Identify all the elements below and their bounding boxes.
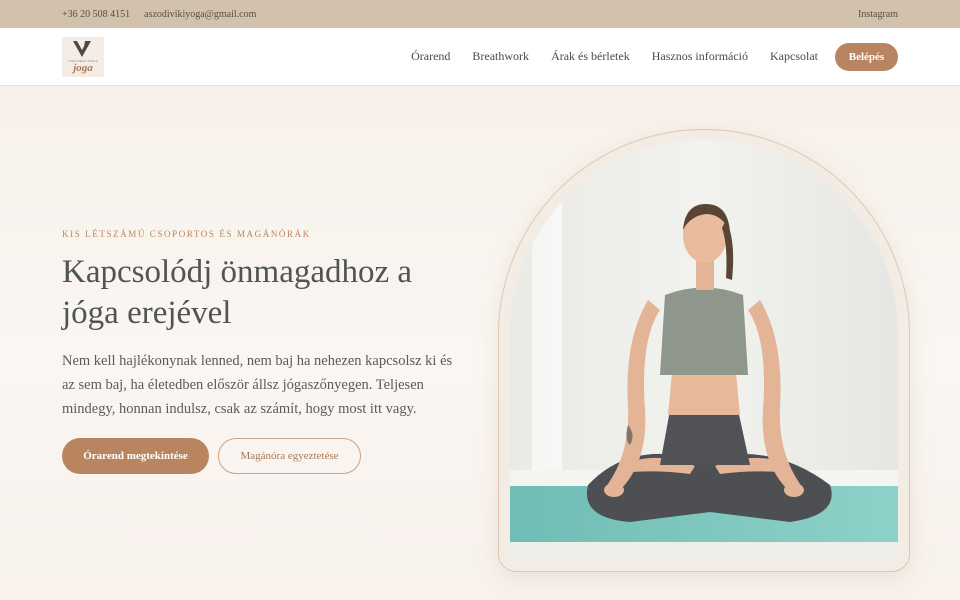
book-private-lesson-button[interactable]: Magánóra egyeztetése (218, 438, 361, 474)
yoga-illustration (510, 140, 898, 560)
hero-title: Kapcsolódj önmagadhoz a jóga erejével (62, 254, 413, 331)
nav-links: Órarend Breathwork Árak és bérletek Hasz… (411, 49, 818, 64)
hero-description: Nem kell hajlékonynak lenned, nem baj ha… (62, 353, 453, 417)
nav-link-hasznos-informacio[interactable]: Hasznos információ (652, 49, 748, 64)
logo-word: joga (73, 61, 93, 74)
nav-link-orarend[interactable]: Órarend (411, 49, 450, 64)
nav-link-arak[interactable]: Árak és bérletek (551, 49, 630, 64)
hero-photo-yoga-woman (510, 140, 898, 560)
email-address[interactable]: aszodivikiyoga@gmail.com (144, 9, 256, 20)
site-logo[interactable]: VIKTÓRIA YOGA joga (62, 36, 104, 77)
top-bar: +36 20 508 4151 aszodivikiyoga@gmail.com… (0, 0, 960, 28)
main-navigation: VIKTÓRIA YOGA joga Órarend Breathwork Ár… (0, 28, 960, 86)
instagram-link[interactable]: Instagram (858, 9, 898, 20)
hero-eyebrow: Kis létszámú csoportos és magánórák (62, 229, 311, 239)
nav-link-kapcsolat[interactable]: Kapcsolat (770, 49, 818, 64)
nav-link-breathwork[interactable]: Breathwork (472, 49, 529, 64)
phone-number[interactable]: +36 20 508 4151 (62, 9, 130, 20)
login-button[interactable]: Belépés (835, 42, 898, 71)
view-schedule-button[interactable]: Órarend megtekintése (62, 438, 209, 474)
